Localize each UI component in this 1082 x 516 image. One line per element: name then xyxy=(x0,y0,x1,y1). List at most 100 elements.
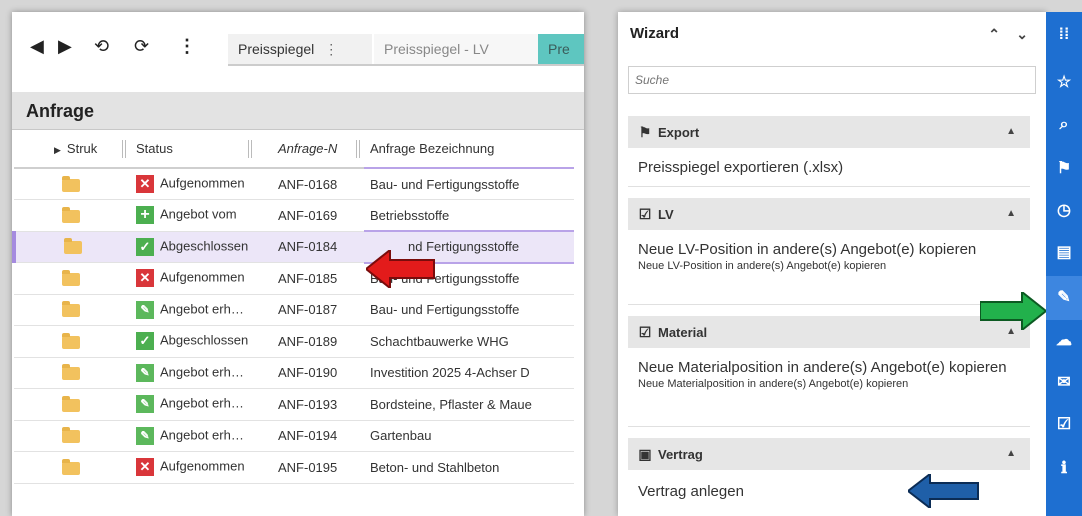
history-icon[interactable]: ◷ xyxy=(1046,200,1082,220)
column-label: Anfrage-N xyxy=(278,141,338,156)
tab-preisspiegel[interactable]: Preisspiegel ⋮ xyxy=(228,34,372,64)
folder-icon xyxy=(62,364,80,381)
struk-cell xyxy=(14,420,130,452)
struk-cell xyxy=(14,168,130,200)
document-icon[interactable]: ▤ xyxy=(1046,242,1082,262)
tab-menu-icon[interactable]: ⋮ xyxy=(324,34,338,64)
column-header-status[interactable]: Status xyxy=(130,130,272,169)
status-cell: ✕ Aufgenommen xyxy=(130,451,272,484)
flag-icon: ⚑ xyxy=(638,124,652,140)
struk-cell xyxy=(14,451,130,484)
favorite-icon[interactable]: ☆ xyxy=(1046,72,1082,92)
folder-icon xyxy=(62,301,80,318)
wizard-panel: Wizard ⌃ ⌄ ⚑ Export ▲ Preisspiegel export… xyxy=(618,12,1046,516)
table-row[interactable]: ✎ Angebot erh… ANF-0193 Bordsteine, Pflaste… xyxy=(14,388,574,421)
status-text: Aufgenommen xyxy=(160,175,245,191)
flag-icon[interactable]: ⚑ xyxy=(1046,158,1082,178)
folder-icon xyxy=(62,427,80,444)
tab-preisspiegel-lv[interactable]: Preisspiegel - LV xyxy=(374,34,538,64)
table-header-row: ▶ Struk Status Anfrage-N Anfrage Bezeichn… xyxy=(14,130,574,169)
wizard-item-neue-lv-position[interactable]: Neue LV-Position in andere(s) Angebot(e)… xyxy=(638,240,1030,273)
column-header-bezeichnung[interactable]: Anfrage Bezeichnung xyxy=(364,130,574,169)
bezeichnung-cell: Schachtbauwerke WHG xyxy=(364,325,574,358)
struk-cell xyxy=(14,357,130,389)
expand-all-icon[interactable]: ⌄ xyxy=(1016,12,1028,56)
section-title: LV xyxy=(658,207,674,222)
more-menu-icon[interactable]: ⋮ xyxy=(178,36,196,56)
collapse-icon[interactable]: ▲ xyxy=(1006,116,1016,148)
table-row[interactable]: ✎ Angebot erh… ANF-0190 Investition 2025 4-… xyxy=(14,357,574,389)
status-text: Angebot erh… xyxy=(160,427,244,443)
tab-underline xyxy=(228,64,584,66)
collapse-all-icon[interactable]: ⌃ xyxy=(988,12,1000,56)
wizard-icon[interactable]: ✎ xyxy=(1046,276,1082,320)
section-vertrag[interactable]: ▣ Vertrag ▲ xyxy=(628,438,1030,470)
section-export[interactable]: ⚑ Export ▲ xyxy=(628,116,1030,148)
status-text: Angebot erh… xyxy=(160,301,244,317)
bezeichnung-cell: Gartenbau xyxy=(364,420,574,452)
search-input[interactable] xyxy=(628,66,1036,94)
divider xyxy=(628,186,1030,187)
folder-icon xyxy=(62,332,80,349)
table-row[interactable]: ✕ Aufgenommen ANF-0195 Beton- und Stahlbeto… xyxy=(14,451,574,484)
table-row[interactable]: ✓ Abgeschlossen ANF-0189 Schachtbauwerke WH… xyxy=(14,325,574,358)
wizard-item-neue-materialposition[interactable]: Neue Materialposition in andere(s) Angeb… xyxy=(638,358,1030,391)
section-material[interactable]: ☑ Material ▲ xyxy=(628,316,1030,348)
section-title: Export xyxy=(658,125,700,140)
table-row[interactable]: + Angebot vom ANF-0169 Betriebsstoffe xyxy=(14,199,574,232)
collapse-icon[interactable]: ▲ xyxy=(1006,438,1016,470)
struk-cell xyxy=(14,325,130,358)
tasks-icon[interactable]: ☑ xyxy=(1046,414,1082,434)
anfrage-table: ▶ Struk Status Anfrage-N Anfrage Bezeichn… xyxy=(12,130,574,484)
tab-label: Pre xyxy=(548,41,570,57)
status-cell: ✎ Angebot erh… xyxy=(130,420,272,452)
status-text: Abgeschlossen xyxy=(160,332,249,348)
folder-icon xyxy=(62,395,80,412)
status-cell: ✎ Angebot erh… xyxy=(130,357,272,389)
tab-label: Preisspiegel xyxy=(238,41,315,57)
expand-icon[interactable]: ▶ xyxy=(54,145,61,155)
refresh-structure-icon[interactable]: ⟲ xyxy=(94,36,109,56)
search-icon[interactable]: ⌕ xyxy=(1046,116,1082,134)
status-cell: ✎ Angebot erh… xyxy=(130,388,272,421)
status-text: Angebot erh… xyxy=(160,364,244,380)
info-icon[interactable]: ℹ xyxy=(1046,458,1082,478)
table-row[interactable]: ✕ Aufgenommen ANF-0168 Bau- und Fertigungss… xyxy=(14,168,574,200)
status-cell: ✕ Aufgenommen xyxy=(130,262,272,295)
contract-icon: ▣ xyxy=(638,446,652,462)
anfrage-nr-cell: ANF-0195 xyxy=(272,451,364,484)
column-header-anfrage-nr[interactable]: Anfrage-N xyxy=(272,130,364,169)
item-description: Neue Materialposition in andere(s) Angeb… xyxy=(638,378,909,390)
table-row[interactable]: ✎ Angebot erh… ANF-0187 Bau- und Fertigungs… xyxy=(14,294,574,326)
folder-icon xyxy=(62,175,80,192)
reload-icon[interactable]: ⟳ xyxy=(134,36,149,56)
red-arrow-icon xyxy=(366,250,435,288)
section-title: Material xyxy=(658,325,708,340)
column-label: Struk xyxy=(66,141,98,156)
table-row[interactable]: ✎ Angebot erh… ANF-0194 Gartenbau xyxy=(14,420,574,452)
item-description: Neue LV-Position in andere(s) Angebot(e)… xyxy=(638,260,887,272)
struk-cell xyxy=(12,231,130,263)
tab-pre[interactable]: Pre xyxy=(538,34,584,64)
cloud-icon[interactable]: ☁ xyxy=(1046,330,1082,350)
table-row[interactable]: ✓ Abgeschlossen ANF-0184 nd Fertigungsstoff… xyxy=(12,230,574,264)
back-icon[interactable]: ◀ xyxy=(30,36,44,56)
anfrage-nr-cell: ANF-0189 xyxy=(272,325,364,358)
collapse-icon[interactable]: ▲ xyxy=(1006,198,1016,230)
table-row[interactable]: ✕ Aufgenommen ANF-0185 Bau- und Fertigungss… xyxy=(14,262,574,295)
page-title: Anfrage xyxy=(12,92,584,130)
column-label: Anfrage Bezeichnung xyxy=(370,141,495,156)
wizard-item-preisspiegel-exportieren[interactable]: Preisspiegel exportieren (.xlsx) xyxy=(638,158,1030,177)
bezeichnung-cell: Bordsteine, Pflaster & Maue xyxy=(364,388,574,421)
item-label: Neue LV-Position in andere(s) Angebot(e)… xyxy=(638,241,977,258)
apps-icon[interactable]: ⁞⁞ xyxy=(1046,26,1082,44)
mail-icon[interactable]: ✉ xyxy=(1046,372,1082,392)
edit-icon: ✎ xyxy=(136,426,154,445)
column-header-struk[interactable]: ▶ Struk xyxy=(14,130,130,169)
status-cell: ✓ Abgeschlossen xyxy=(130,325,272,358)
toolbar: ◀ ▶ ⟲ ⟳ ⋮ Preisspiegel ⋮ Preisspiegel - L… xyxy=(12,12,584,92)
divider xyxy=(628,304,1030,305)
divider xyxy=(628,426,1030,427)
section-lv[interactable]: ☑ LV ▲ xyxy=(628,198,1030,230)
forward-icon[interactable]: ▶ xyxy=(58,36,72,56)
